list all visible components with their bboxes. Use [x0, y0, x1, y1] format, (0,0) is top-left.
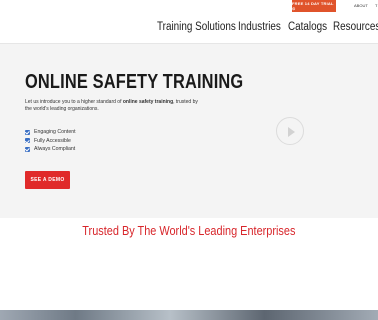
- nav-catalogs[interactable]: Catalogs: [288, 21, 327, 33]
- checkmark-icon: [25, 138, 30, 144]
- feature-list: Engaging Content Fully Accessible Always…: [25, 128, 76, 154]
- feature-label: Fully Accessible: [34, 137, 71, 144]
- bottom-image-strip: [0, 310, 378, 320]
- feature-label: Always Compliant: [34, 146, 76, 153]
- hero-intro: Let us introduce you to a higher standar…: [25, 99, 205, 113]
- hero-section: ONLINE SAFETY TRAINING Let us introduce …: [0, 44, 378, 218]
- intro-text-start: Let us introduce you to a higher standar…: [25, 99, 123, 105]
- top-utility-bar: FREE 14 DAY TRIAL ⊙ ABOUT T: [0, 0, 378, 12]
- nav-resources[interactable]: Resources: [333, 21, 378, 33]
- about-link[interactable]: ABOUT: [354, 3, 368, 8]
- feature-item: Fully Accessible: [25, 137, 76, 146]
- checkmark-icon: [25, 146, 30, 152]
- feature-item: Always Compliant: [25, 145, 76, 154]
- intro-text-bold: online safety training: [122, 99, 174, 105]
- trusted-heading: Trusted By The World's Leading Enterpris…: [82, 223, 296, 238]
- feature-item: Engaging Content: [25, 128, 76, 137]
- nav-industries[interactable]: Industries: [238, 21, 281, 33]
- see-a-demo-button[interactable]: SEE A DEMO: [25, 171, 70, 189]
- hero-title: ONLINE SAFETY TRAINING: [25, 71, 244, 93]
- nav-training-solutions[interactable]: Training Solutions: [157, 21, 236, 33]
- feature-label: Engaging Content: [34, 129, 76, 136]
- main-navigation: Training Solutions Industries Catalogs R…: [0, 12, 378, 44]
- trusted-section: Trusted By The World's Leading Enterpris…: [0, 222, 378, 240]
- checkmark-icon: [25, 129, 30, 135]
- free-trial-button[interactable]: FREE 14 DAY TRIAL ⊙: [292, 0, 336, 12]
- play-icon[interactable]: [276, 117, 304, 145]
- top-link-truncated[interactable]: T: [375, 3, 377, 8]
